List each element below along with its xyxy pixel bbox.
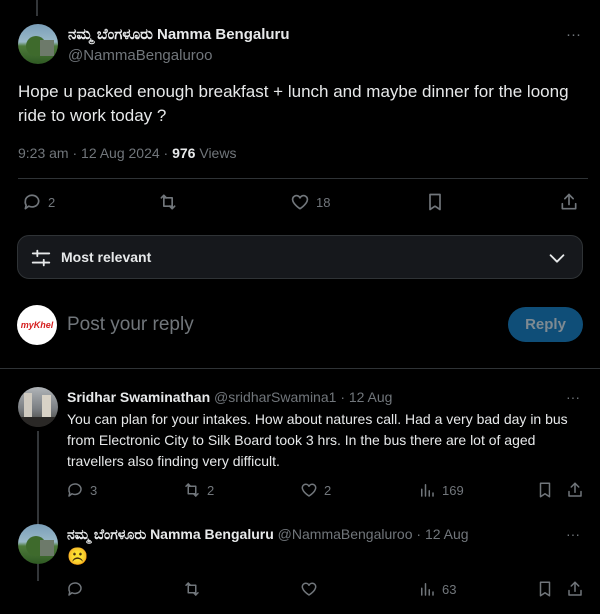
reply-bookmark-action[interactable] (536, 580, 554, 598)
bookmark-icon (536, 481, 554, 499)
reply-item[interactable]: Sridhar Swaminathan @sridharSwamina1 · 1… (0, 369, 600, 581)
filter-sliders-icon (30, 247, 52, 269)
reply-like-action[interactable] (300, 580, 318, 598)
reply-like-action[interactable]: 2 (300, 481, 331, 499)
reply-action[interactable]: 2 (22, 192, 55, 212)
heart-icon (290, 192, 310, 212)
reply-sort-dropdown[interactable]: Most relevant (17, 235, 583, 279)
views-count: 976 (172, 145, 196, 161)
bookmark-icon (536, 580, 554, 598)
divider (18, 178, 588, 179)
compose-avatar-logo: myKhel (20, 320, 54, 330)
reply-share-action[interactable] (566, 481, 584, 499)
reply-share-action[interactable] (566, 580, 584, 598)
author-handle[interactable]: @NammaBengaluroo (68, 47, 212, 64)
comment-icon (22, 192, 42, 212)
reply-time[interactable]: · 12 Aug (416, 526, 468, 542)
tweet-text: Hope u packed enough breakfast + lunch a… (18, 82, 569, 125)
reply-repost-action[interactable] (183, 580, 201, 598)
reply-text: You can plan for your intakes. How about… (67, 411, 568, 469)
tweet-meta: 9:23 am · 12 Aug 2024 · 976 Views (18, 145, 236, 161)
comment-icon (66, 481, 84, 499)
thread-line (36, 0, 38, 16)
bookmark-action[interactable] (425, 192, 445, 212)
reply-more-button[interactable]: ··· (566, 526, 580, 542)
author-name[interactable]: ನಮ್ಮ ಬೆಂಗಳೂರು Namma Bengaluru (68, 26, 290, 43)
analytics-icon (418, 481, 436, 499)
views-label: Views (195, 145, 237, 161)
compose-avatar[interactable]: myKhel (17, 305, 57, 345)
reply-author-handle[interactable]: @NammaBengaluroo (278, 526, 413, 542)
reply-comment-action[interactable]: 3 (66, 481, 97, 499)
reply-avatar[interactable] (18, 387, 58, 427)
main-tweet: ನಮ್ಮ ಬೆಂಗಳೂರು Namma Bengaluru @NammaBeng… (0, 0, 600, 230)
heart-icon (300, 481, 318, 499)
share-icon (566, 481, 584, 499)
reply-item[interactable]: ನಮ್ಮ ಬೆಂಗಳೂರು Namma Bengaluru @NammaBeng… (0, 510, 600, 614)
reply-author-handle[interactable]: @sridharSwamina1 (214, 389, 336, 405)
repost-icon (183, 580, 201, 598)
repost-icon (158, 192, 178, 212)
reply-time[interactable]: · 12 Aug (340, 389, 392, 405)
reply-input[interactable]: Post your reply (67, 314, 194, 336)
reply-comment-count: 3 (90, 482, 98, 498)
reply-views-count: 169 (442, 482, 464, 498)
repost-action[interactable] (158, 192, 178, 212)
reply-header: ನಮ್ಮ ಬೆಂಗಳೂರು Namma Bengaluru @NammaBeng… (67, 526, 469, 543)
reply-comment-action[interactable] (66, 580, 84, 598)
like-count: 18 (316, 194, 331, 210)
reply-text: ☹️ (67, 547, 89, 566)
reply-repost-count: 2 (207, 482, 215, 498)
reply-more-button[interactable]: ··· (566, 389, 580, 405)
reply-author-name[interactable]: Sridhar Swaminathan (67, 389, 210, 405)
analytics-icon (418, 580, 436, 598)
like-action[interactable]: 18 (290, 192, 330, 212)
reply-views-count: 63 (442, 581, 457, 597)
reply-author-name[interactable]: ನಮ್ಮ ಬೆಂಗಳೂರು Namma Bengaluru (67, 526, 274, 542)
share-icon (566, 580, 584, 598)
sort-label: Most relevant (61, 249, 152, 265)
share-icon (559, 192, 579, 212)
share-action[interactable] (559, 192, 579, 212)
more-options-button[interactable]: ··· (566, 26, 581, 43)
reply-views-action[interactable]: 169 (418, 481, 464, 499)
reply-like-count: 2 (324, 482, 332, 498)
heart-icon (300, 580, 318, 598)
repost-icon (183, 481, 201, 499)
bookmark-icon (425, 192, 445, 212)
tweet-time[interactable]: 9:23 am · 12 Aug 2024 · (18, 145, 172, 161)
reply-bookmark-action[interactable] (536, 481, 554, 499)
reply-count: 2 (48, 194, 56, 210)
reply-header: Sridhar Swaminathan @sridharSwamina1 · 1… (67, 389, 392, 405)
reply-repost-action[interactable]: 2 (183, 481, 214, 499)
author-avatar[interactable] (18, 24, 58, 64)
reply-button[interactable]: Reply (508, 307, 583, 342)
reply-avatar[interactable] (18, 524, 58, 564)
chevron-down-icon (546, 247, 568, 269)
reply-views-action[interactable]: 63 (418, 580, 456, 598)
comment-icon (66, 580, 84, 598)
